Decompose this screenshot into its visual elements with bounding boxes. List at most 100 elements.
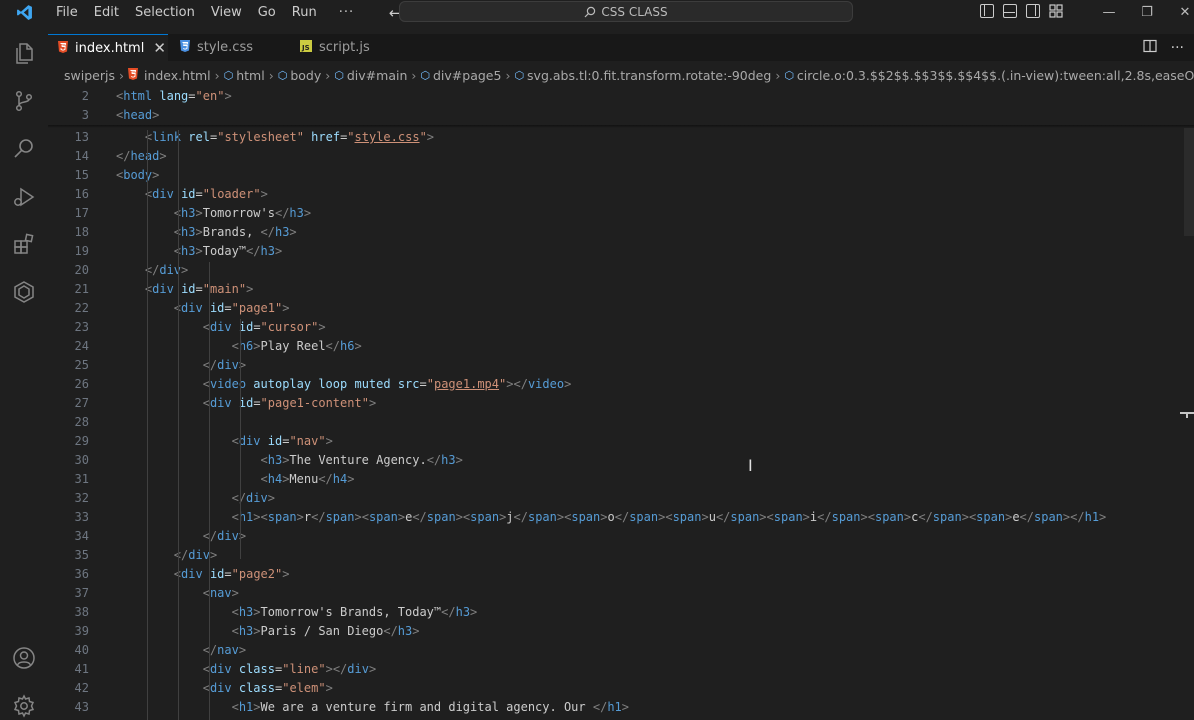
code-line[interactable]: 26 <video autoplay loop muted src="page1…: [48, 375, 1194, 394]
search-view-icon[interactable]: [12, 136, 36, 160]
activity-bar: [0, 25, 48, 720]
code-line[interactable]: 32 </div>: [48, 489, 1194, 508]
code-line[interactable]: 41 <div class="line"></div>: [48, 660, 1194, 679]
code-line[interactable]: 38 <h3>Tomorrow's Brands, Today™</h3>: [48, 603, 1194, 622]
code-line[interactable]: 19 <h3>Today™</h3>: [48, 242, 1194, 261]
line-number: 30: [74, 453, 89, 467]
customize-layout-icon[interactable]: [1049, 4, 1063, 18]
line-number: 42: [74, 681, 89, 695]
code-line[interactable]: 27 <div id="page1-content">: [48, 394, 1194, 413]
code-line[interactable]: 31 <h4>Menu</h4>: [48, 470, 1194, 489]
breadcrumb-label: html: [236, 67, 265, 83]
breadcrumb-item[interactable]: ⬡ body: [278, 68, 322, 83]
breadcrumb-item[interactable]: ⬡ svg.abs.tl:0.fit.transform.rotate:-90de…: [514, 68, 771, 83]
code-line[interactable]: 34 </div>: [48, 527, 1194, 546]
code-line[interactable]: 36 <div id="page2">: [48, 565, 1194, 584]
code-line[interactable]: 33 <h1><span>r</span><span>e</span><span…: [48, 508, 1194, 527]
remote-explorer-icon[interactable]: [12, 280, 36, 304]
code-line[interactable]: 43 <h1>We are a venture firm and digital…: [48, 698, 1194, 717]
code-line[interactable]: 30 <h3>The Venture Agency.</h3>: [48, 451, 1194, 470]
symbol-cube-icon: ⬡: [277, 68, 288, 82]
breadcrumb-item[interactable]: ⬡ div#page5: [420, 68, 501, 83]
code-line[interactable]: 20 </div>: [48, 261, 1194, 280]
code-line[interactable]: 28: [48, 413, 1194, 432]
line-code: <div id="page2">: [174, 567, 290, 581]
breadcrumb-item[interactable]: ⬡ circle.o:0.3.$$2$$.$$3$$.$$4$$.(.in-vie…: [784, 68, 1194, 83]
menu-selection[interactable]: Selection: [127, 0, 203, 25]
run-and-debug-icon[interactable]: [12, 185, 36, 209]
code-line[interactable]: 24 <h6>Play Reel</h6>: [48, 337, 1194, 356]
split-editor-icon[interactable]: [1143, 39, 1157, 57]
code-line[interactable]: 23 <div id="cursor">: [48, 318, 1194, 337]
tab-label: index.html: [75, 40, 145, 56]
indent-guide: [147, 130, 148, 720]
menu-edit[interactable]: Edit: [86, 0, 127, 25]
code-line[interactable]: 15 <body>: [48, 166, 1194, 185]
toggle-panel-icon[interactable]: [1003, 4, 1017, 18]
line-code: <div id="main">: [144, 282, 254, 296]
accounts-icon[interactable]: [12, 646, 36, 670]
source-control-icon[interactable]: [12, 89, 36, 113]
code-line[interactable]: 39 <h3>Paris / San Diego</h3>: [48, 622, 1194, 641]
menu-view[interactable]: View: [203, 0, 250, 25]
line-number: 40: [74, 643, 89, 657]
line-number: 2: [81, 89, 89, 103]
code-line[interactable]: 21 <div id="main">: [48, 280, 1194, 299]
code-editor[interactable]: 2 <html lang="en"> 3 <head> 13 <link rel="st…: [48, 87, 1194, 720]
line-number: 28: [74, 415, 89, 429]
tab-script-js[interactable]: JS script.js: [288, 34, 408, 61]
html5-file-icon: [127, 67, 138, 83]
toggle-secondary-sidebar-icon[interactable]: [1026, 4, 1040, 18]
code-line[interactable]: 40 </nav>: [48, 641, 1194, 660]
breadcrumb-label: circle.o:0.3.$$2$$.$$3$$.$$4$$.(.in-view…: [796, 67, 1194, 83]
code-line[interactable]: 25 </div>: [48, 356, 1194, 375]
restore-button[interactable]: ❐: [1128, 5, 1166, 20]
breadcrumb-item[interactable]: swiperjs: [64, 68, 115, 83]
code-line[interactable]: 42 <div class="elem">: [48, 679, 1194, 698]
toggle-primary-sidebar-icon[interactable]: [980, 4, 994, 18]
symbol-cube-icon: ⬡: [420, 68, 430, 82]
indent-guide: [240, 319, 241, 559]
sticky-scroll-line[interactable]: 2 <html lang="en">: [48, 87, 1194, 106]
line-number: 15: [74, 168, 89, 182]
close-tab-icon[interactable]: ✕: [153, 39, 166, 57]
code-line[interactable]: 14 </head>: [48, 147, 1194, 166]
line-code: <div id="nav">: [231, 434, 333, 448]
editor-scrollbar-thumb[interactable]: [1184, 128, 1194, 236]
more-actions-icon[interactable]: ···: [1171, 40, 1184, 56]
code-line[interactable]: 17 <h3>Tomorrow's</h3>: [48, 204, 1194, 223]
minimize-button[interactable]: —: [1090, 5, 1128, 20]
line-number: 21: [74, 282, 89, 296]
code-line[interactable]: 29 <div id="nav">: [48, 432, 1194, 451]
tab-index-html[interactable]: index.html ✕: [48, 34, 168, 61]
close-window-button[interactable]: ✕: [1166, 5, 1194, 20]
sticky-scroll-line[interactable]: 3 <head>: [48, 106, 1194, 125]
explorer-icon[interactable]: [12, 41, 36, 65]
code-line[interactable]: 35 </div>: [48, 546, 1194, 565]
code-line[interactable]: 13 <link rel="stylesheet" href="style.cs…: [48, 128, 1194, 147]
code-line[interactable]: 16 <div id="loader">: [48, 185, 1194, 204]
command-center-search[interactable]: CSS CLASS: [399, 1, 853, 22]
vscode-logo-icon[interactable]: [0, 0, 48, 25]
menu-more[interactable]: ···: [325, 0, 368, 25]
extensions-icon[interactable]: [12, 232, 36, 256]
line-number: 23: [74, 320, 89, 334]
line-number: 29: [74, 434, 89, 448]
line-number: 19: [74, 244, 89, 258]
menu-go[interactable]: Go: [250, 0, 284, 25]
manage-gear-icon[interactable]: [12, 694, 36, 718]
breadcrumb-item[interactable]: ⬡ html: [224, 68, 265, 83]
code-line[interactable]: 22 <div id="page1">: [48, 299, 1194, 318]
text-cursor-ibeam-icon: I: [748, 456, 753, 475]
breadcrumb-label: div#page5: [432, 67, 502, 83]
breadcrumb-item[interactable]: ⬡ div#main: [334, 68, 407, 83]
menu-file[interactable]: File: [48, 0, 86, 25]
breadcrumb-item[interactable]: index.html: [127, 67, 211, 83]
symbol-cube-icon: ⬡: [784, 68, 794, 82]
tab-style-css[interactable]: style.css: [168, 34, 288, 61]
code-line[interactable]: 18 <h3>Brands, </h3>: [48, 223, 1194, 242]
menu-run[interactable]: Run: [284, 0, 325, 25]
code-line[interactable]: 37 <nav>: [48, 584, 1194, 603]
tab-label: style.css: [197, 40, 253, 55]
symbol-cube-icon: ⬡: [514, 68, 525, 82]
